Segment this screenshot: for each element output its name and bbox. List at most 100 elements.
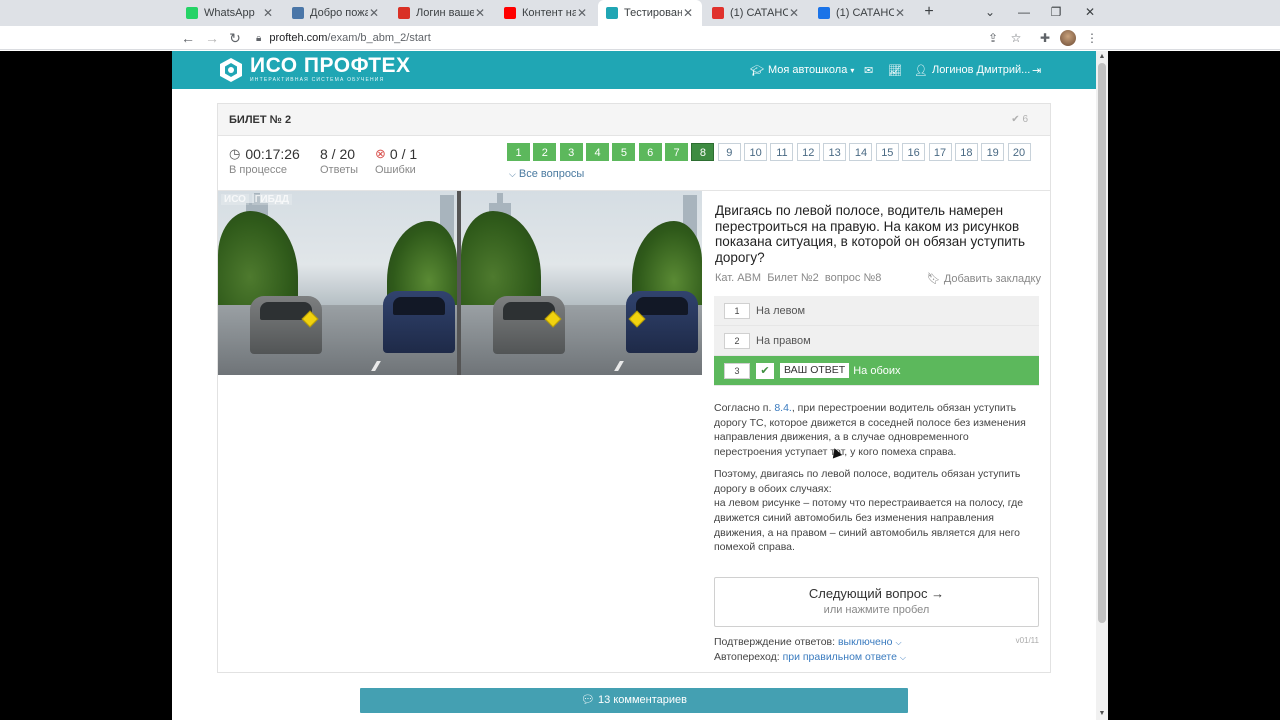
back-icon[interactable]: ← — [179, 29, 197, 47]
explain-paragraph-2b: на левом рисунке – потому что перестраив… — [714, 497, 1024, 554]
answer-option-2[interactable]: 2 На правом — [714, 326, 1039, 356]
check-icon: ✔ — [1011, 114, 1020, 125]
question-number-19[interactable]: 19 — [981, 143, 1005, 161]
close-window-button[interactable]: ✕ — [1080, 2, 1100, 22]
rule-link[interactable]: 8.4. — [774, 402, 792, 414]
explain-paragraph-2a: Поэтому, двигаясь по левой полосе, водит… — [714, 467, 1021, 495]
question-number-12[interactable]: 12 — [796, 143, 820, 161]
tab-close-icon[interactable]: ✕ — [682, 6, 694, 20]
tab-title: WhatsApp — [204, 7, 255, 19]
tab-title: Добро пожал — [310, 7, 368, 19]
question-number-8[interactable]: 8 — [691, 143, 715, 161]
browser-tab[interactable]: Добро пожал✕ — [284, 0, 388, 26]
forward-icon[interactable]: → — [203, 29, 221, 47]
new-tab-button[interactable]: + — [920, 3, 938, 21]
question-number-16[interactable]: 16 — [902, 143, 926, 161]
question-number-7[interactable]: 7 — [665, 143, 689, 161]
all-questions-label: Все вопросы — [518, 168, 585, 180]
answer-number: 1 — [724, 302, 750, 319]
browser-tab[interactable]: Логин вашей✕ — [390, 0, 494, 26]
question-number-2[interactable]: 2 — [533, 143, 557, 161]
question-number-11[interactable]: 11 — [770, 143, 794, 161]
share-icon[interactable]: ⇪ — [985, 30, 1001, 46]
whatsapp-icon — [186, 7, 198, 19]
add-bookmark-link[interactable]: 🔖︎ Добавить закладку — [927, 272, 1041, 285]
tab-close-icon[interactable]: ✕ — [474, 6, 486, 20]
scroll-down-icon[interactable]: ▼ — [1096, 708, 1108, 720]
my-school-menu[interactable]: 🎓︎ Моя автошкола ▾ — [750, 51, 854, 89]
browser-tab[interactable]: Контент на ка✕ — [496, 0, 596, 26]
error-x-icon: ⊗ — [375, 146, 386, 161]
stats-chart-icon[interactable]: 📈︎ — [888, 51, 902, 89]
answer-options: 1 На левом 2 На правом 3 ✔ ВАШ ОТВЕТ На обоих — [714, 296, 1039, 386]
question-number-20[interactable]: 20 — [1007, 143, 1031, 161]
reload-icon[interactable]: ↻ — [226, 29, 244, 47]
your-answer-badge: ВАШ ОТВЕТ — [780, 363, 850, 378]
browser-tab-bar: WhatsApp✕Добро пожал✕Логин вашей✕Контент… — [0, 0, 1280, 26]
extensions-icon[interactable]: ✚ — [1037, 30, 1053, 46]
question-number-18[interactable]: 18 — [954, 143, 978, 161]
restore-button[interactable]: ❐ — [1046, 2, 1066, 22]
question-number-5[interactable]: 5 — [612, 143, 636, 161]
lock-icon: 🔒︎ — [256, 32, 262, 44]
messages-envelope-icon[interactable]: ✉ — [864, 51, 873, 89]
all-questions-link[interactable]: ⌵ Все вопросы — [509, 168, 584, 180]
tab-close-icon[interactable]: ✕ — [368, 6, 380, 20]
bookmark-star-icon[interactable]: ☆ — [1008, 30, 1024, 46]
url-host: profteh.com — [269, 32, 328, 44]
question-number-10[interactable]: 10 — [744, 143, 768, 161]
next-question-button[interactable]: Следующий вопрос → или нажмите пробел — [714, 577, 1039, 627]
meta-ticket: Билет №2 — [767, 272, 819, 284]
browser-viewport: ИСО ПРОФТЕХ ИНТЕРАКТИВНАЯ СИСТЕМА ОБУЧЕН… — [0, 51, 1280, 720]
scroll-thumb[interactable] — [1098, 63, 1106, 623]
logo-title: ИСО ПРОФТЕХ — [250, 54, 411, 77]
browser-tab[interactable]: (1) САТАНОВ✕ — [810, 0, 914, 26]
question-pager: 1 2 3 4 5 6 7 8 9 10 11 12 13 14 15 16 17 18 19 20 — [507, 143, 1034, 161]
tab-search-icon[interactable]: ⌄ — [980, 2, 1000, 22]
user-menu[interactable]: 👤︎ Логинов Дмитрий... — [914, 51, 1030, 89]
exam-card: БИЛЕТ № 2 ✔ 6 ◷ 00:17:26 В процессе 8 / 2… — [217, 103, 1051, 673]
tab-close-icon[interactable]: ✕ — [576, 6, 588, 20]
checkmark-icon: ✔ — [756, 362, 774, 379]
comments-button[interactable]: 💬︎ 13 комментариев — [360, 688, 908, 713]
confirm-value: выключено — [837, 636, 893, 648]
question-number-14[interactable]: 14 — [849, 143, 873, 161]
page-scrollbar[interactable]: ▲ ▼ — [1096, 51, 1108, 720]
errors-label: Ошибки — [375, 164, 416, 176]
browser-tab[interactable]: Тестирование✕ — [598, 0, 702, 26]
question-number-15[interactable]: 15 — [875, 143, 899, 161]
confirm-toggle[interactable]: выключено ⌵ — [838, 636, 902, 648]
tab-close-icon[interactable]: ✕ — [262, 6, 274, 20]
chevron-down-icon: ⌵ — [895, 638, 902, 647]
logout-icon[interactable]: ⇥ — [1032, 51, 1041, 89]
tab-close-icon[interactable]: ✕ — [788, 6, 800, 20]
browser-tab[interactable]: (1) САТАНОВ✕ — [704, 0, 808, 26]
answer-option-3[interactable]: 3 ✔ ВАШ ОТВЕТ На обоих — [714, 356, 1039, 386]
minimize-button[interactable]: — — [1014, 2, 1034, 22]
confirm-label: Подтверждение ответов: — [714, 636, 836, 648]
image-right-scene — [461, 191, 702, 375]
scroll-up-icon[interactable]: ▲ — [1096, 51, 1108, 63]
question-number-9[interactable]: 9 — [717, 143, 741, 161]
auto-toggle[interactable]: при правильном ответе ⌵ — [783, 651, 906, 663]
logo-subtitle: ИНТЕРАКТИВНАЯ СИСТЕМА ОБУЧЕНИЯ — [250, 77, 385, 83]
timer-value: 00:17:26 — [245, 146, 300, 162]
chevron-down-icon: ⌵ — [509, 169, 516, 179]
question-number-6[interactable]: 6 — [638, 143, 662, 161]
site-logo[interactable]: ИСО ПРОФТЕХ ИНТЕРАКТИВНАЯ СИСТЕМА ОБУЧЕН… — [218, 54, 411, 83]
tab-close-icon[interactable]: ✕ — [894, 6, 906, 20]
question-number-1[interactable]: 1 — [507, 143, 530, 161]
answer-option-1[interactable]: 1 На левом — [714, 296, 1039, 326]
url-field[interactable]: 🔒︎ profteh.com/exam/b_abm_2/start — [252, 28, 1032, 48]
caret-down-icon: ▾ — [850, 65, 855, 75]
profile-avatar[interactable] — [1060, 30, 1076, 46]
image-watermark: ИСО ГИБДД — [221, 194, 293, 205]
question-number-3[interactable]: 3 — [559, 143, 583, 161]
question-number-13[interactable]: 13 — [823, 143, 847, 161]
menu-dots-icon[interactable]: ⋮ — [1084, 30, 1100, 46]
tab-title: Логин вашей — [416, 7, 474, 19]
graduation-cap-icon: 🎓︎ — [750, 64, 764, 77]
question-number-4[interactable]: 4 — [586, 143, 610, 161]
browser-tab[interactable]: WhatsApp ✕ — [178, 0, 282, 26]
question-number-17[interactable]: 17 — [928, 143, 952, 161]
